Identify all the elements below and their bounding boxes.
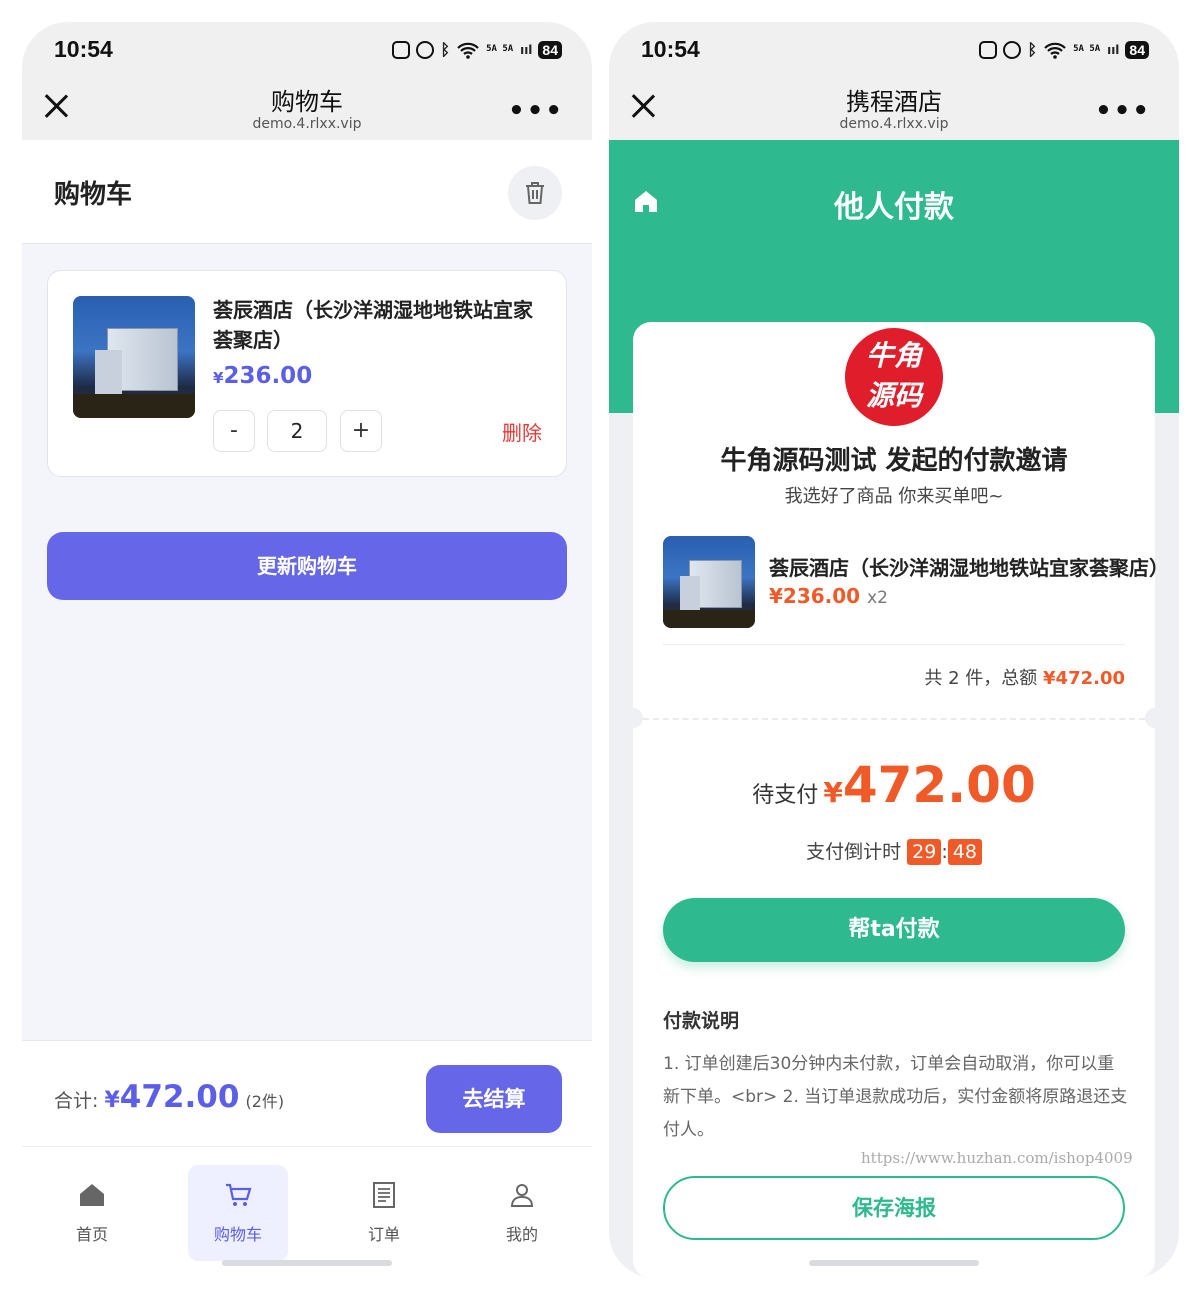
tab-me[interactable]: 我的 <box>472 1165 572 1261</box>
nfc-icon <box>392 40 411 59</box>
total-currency: ¥ <box>104 1088 120 1113</box>
nfc-icon <box>979 40 998 59</box>
page-title: 携程酒店 <box>846 88 942 116</box>
product-price: ¥236.00 x2 <box>769 584 888 608</box>
alarm-icon <box>416 40 435 59</box>
total-count: (2件) <box>245 1092 285 1111</box>
cart-total: 合计: ¥472.00 (2件) <box>54 1079 284 1115</box>
decrease-qty-button[interactable]: - <box>213 410 255 452</box>
browser-header: 10:54 ᛒ 5A 5A ııl 84 购物车 demo.4.rlxx.vip… <box>22 22 592 140</box>
cart-icon <box>224 1181 252 1209</box>
checkout-bar: 合计: ¥472.00 (2件) 去结算 <box>22 1040 592 1146</box>
invite-subtitle: 我选好了商品 你来买单吧~ <box>784 486 1004 507</box>
wifi-icon <box>457 42 479 59</box>
invite-title: 牛角源码测试 发起的付款邀请 <box>720 446 1068 476</box>
bottom-tab-bar: 首页 购物车 订单 我的 <box>22 1146 592 1278</box>
signal-text: 5A 5A <box>486 44 514 54</box>
bluetooth-icon: ᛒ <box>440 40 451 59</box>
save-poster-button[interactable]: 保存海报 <box>663 1176 1125 1240</box>
home-icon <box>78 1181 106 1209</box>
battery-icon: 84 <box>538 40 562 59</box>
amount-due: 待支付 ¥472.00 <box>752 756 1036 814</box>
dashed-divider <box>633 718 1155 720</box>
countdown-minutes: 29 <box>907 839 942 865</box>
status-time: 10:54 <box>641 36 700 62</box>
order-summary: 共 2 件，总额 ¥472.00 <box>924 668 1125 689</box>
signal-bars-icon: ııl <box>520 42 533 57</box>
cart-item: 荟辰酒店（长沙洋湖湿地地铁站宜家荟聚店） ¥236.00 - 2 + 删除 <box>47 270 567 477</box>
delete-item-button[interactable]: 删除 <box>502 417 542 446</box>
more-menu-icon[interactable]: ••• <box>508 96 564 126</box>
alarm-icon <box>1003 40 1022 59</box>
divider <box>663 644 1125 645</box>
trash-icon <box>526 182 544 204</box>
clear-cart-button[interactable] <box>508 166 562 220</box>
tab-label: 我的 <box>505 1225 538 1244</box>
status-icons: ᛒ 5A 5A ııl 84 <box>979 40 1149 59</box>
cart-screen: 10:54 ᛒ 5A 5A ııl 84 购物车 demo.4.rlxx.vip… <box>22 22 592 1278</box>
payment-card: 牛角 源码 牛角源码测试 发起的付款邀请 我选好了商品 你来买单吧~ 荟辰酒店（长… <box>623 322 1169 1278</box>
banner-title: 他人付款 <box>834 190 954 225</box>
signal-text: 5A 5A <box>1073 44 1101 54</box>
hotel-thumbnail <box>663 536 755 628</box>
tab-label: 首页 <box>75 1225 108 1244</box>
watermark: https://www.huzhan.com/ishop4009 <box>861 1149 1133 1167</box>
status-icons: ᛒ 5A 5A ııl 84 <box>392 40 562 59</box>
checkout-button[interactable]: 去结算 <box>426 1065 562 1133</box>
tab-cart[interactable]: 购物车 <box>188 1165 288 1261</box>
tab-home[interactable]: 首页 <box>42 1165 142 1261</box>
notes-text: 1. 订单创建后30分钟内未付款，订单会自动取消，你可以重新下单。<br> 2.… <box>663 1054 1128 1140</box>
item-price: ¥236.00 <box>213 363 313 389</box>
hotel-thumbnail <box>73 296 195 418</box>
notes-title: 付款说明 <box>663 1010 740 1032</box>
battery-icon: 84 <box>1125 40 1149 59</box>
increase-qty-button[interactable]: + <box>340 410 382 452</box>
tab-label: 订单 <box>367 1225 400 1244</box>
home-indicator <box>222 1260 392 1266</box>
payment-countdown: 支付倒计时 29:48 <box>633 837 1155 865</box>
wifi-icon <box>1044 42 1066 59</box>
page-domain: demo.4.rlxx.vip <box>252 116 362 132</box>
countdown-seconds: 48 <box>947 839 982 865</box>
total-label: 合计: <box>54 1090 99 1112</box>
ticket-notch <box>623 708 643 728</box>
more-menu-icon[interactable]: ••• <box>1095 96 1151 126</box>
tab-label: 购物车 <box>213 1225 262 1244</box>
home-indicator <box>809 1260 979 1266</box>
ticket-notch <box>1145 708 1165 728</box>
signal-bars-icon: ııl <box>1107 42 1120 57</box>
quantity-field[interactable]: 2 <box>267 410 327 452</box>
order-icon <box>370 1181 398 1209</box>
page-title: 购物车 <box>271 88 343 116</box>
status-time: 10:54 <box>54 36 113 62</box>
cart-header: 购物车 <box>22 140 592 244</box>
cart-title: 购物车 <box>54 180 133 210</box>
user-icon <box>508 1181 536 1209</box>
browser-header: 10:54 ᛒ 5A 5A ııl 84 携程酒店 demo.4.rlxx.vi… <box>609 22 1179 140</box>
update-cart-button[interactable]: 更新购物车 <box>47 532 567 600</box>
item-name: 荟辰酒店（长沙洋湖湿地地铁站宜家荟聚店） <box>213 298 533 352</box>
payment-screen: 10:54 ᛒ 5A 5A ııl 84 携程酒店 demo.4.rlxx.vi… <box>609 22 1179 1278</box>
page-domain: demo.4.rlxx.vip <box>839 116 949 132</box>
brand-logo: 牛角 源码 <box>845 328 943 426</box>
product-name: 荟辰酒店（长沙洋湖湿地地铁站宜家荟聚店） <box>769 556 1169 580</box>
tab-orders[interactable]: 订单 <box>334 1165 434 1261</box>
total-amount: 472.00 <box>119 1079 240 1115</box>
bluetooth-icon: ᛒ <box>1027 40 1038 59</box>
pay-for-them-button[interactable]: 帮ta付款 <box>663 898 1125 962</box>
